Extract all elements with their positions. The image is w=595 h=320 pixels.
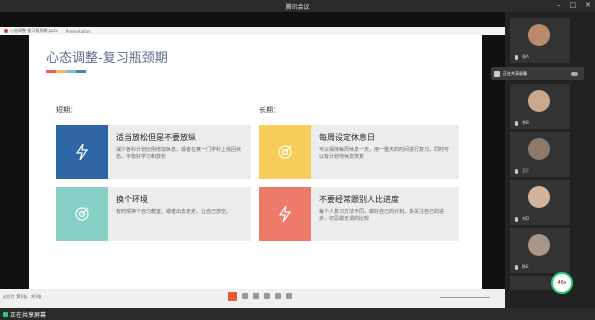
card-title: 每周设定休息日 (319, 133, 375, 142)
avatar (528, 90, 550, 112)
share-icon (3, 311, 8, 317)
slide-counter: 幻灯片 第1张，共1张 (3, 294, 42, 299)
mic-icon (515, 55, 518, 60)
participant-name: 张A (522, 54, 529, 59)
zoom-slider[interactable] (440, 297, 490, 298)
sorter-view-icon[interactable] (253, 293, 259, 299)
wps-logo-icon[interactable] (228, 292, 237, 301)
mic-icon (515, 265, 518, 270)
participant-tile[interactable]: 王C (510, 132, 570, 177)
card-short-1: 适当放松但是不要放纵 减少各科计划比例增加休息，或者在某一门学科上找回状态，平衡… (56, 125, 251, 179)
participant-name: 王C (522, 168, 529, 173)
avatar (528, 234, 550, 256)
long-term-label: 长期： (259, 106, 280, 114)
card-desc: 有时候换个自习教室，或者出去走走，让自己放空。 (116, 209, 232, 215)
window-title: 腾讯会议 (285, 3, 310, 11)
card-long-2: 不要经常跟别人比进度 每个人复习方法不同，做好自己的计划，多关注自己的进步，切忌… (259, 187, 459, 241)
reading-view-icon[interactable] (264, 293, 270, 299)
card-short-2: 换个环境 有时候换个自习教室，或者出去走走，让自己放空。 (56, 187, 251, 241)
card-icon-box (56, 125, 108, 179)
screen-share-indicator[interactable]: 正在共享屏幕 (3, 310, 46, 319)
speech-timer-value: 46s (557, 280, 567, 286)
tab-label: 心态调整-复习瓶颈期.pptx (10, 28, 58, 33)
screen-icon (494, 70, 500, 77)
maximize-icon[interactable]: □ (570, 1, 577, 9)
participant-name: 陈E (522, 264, 529, 269)
title-underline (46, 70, 86, 73)
card-icon-box (56, 187, 108, 241)
card-icon-box (259, 187, 311, 241)
avatar (528, 24, 550, 46)
avatar (528, 186, 550, 208)
window-controls: – □ ✕ (557, 1, 591, 9)
card-long-1: 每周设定休息日 可以保持每周休息一天，用一整天的时间进行复习，同时可以有计划地休… (259, 125, 459, 179)
presentation-status-bar: 幻灯片 第1张，共1张 (0, 289, 505, 308)
card-desc: 可以保持每周休息一天，用一整天的时间进行复习，同时可以有计划地休息恢复 (319, 147, 450, 160)
popover-label: 正在共享屏幕 (503, 70, 527, 76)
card-title: 适当放松但是不要放纵 (116, 133, 196, 142)
card-desc: 减少各科计划比例增加休息，或者在某一门学科上找回状态，平衡好学习和放松 (116, 147, 242, 160)
close-icon[interactable]: ✕ (585, 1, 591, 9)
normal-view-icon[interactable] (242, 293, 248, 299)
toggle-switch[interactable] (571, 71, 578, 76)
mic-icon (515, 217, 518, 222)
participant-name: 李B (522, 120, 529, 125)
card-title: 不要经常跟别人比进度 (319, 195, 399, 204)
short-term-label: 短期： (56, 106, 77, 114)
target-icon (278, 145, 292, 159)
grid-icon[interactable] (286, 293, 292, 299)
speech-timer: 46s (551, 272, 573, 294)
participant-tile[interactable]: 刘D (510, 180, 570, 225)
card-title: 换个环境 (116, 195, 148, 204)
participants-panel: 张A 李B 王C 刘D 陈E (505, 12, 595, 308)
participant-name: 刘D (522, 216, 530, 221)
target-icon (75, 207, 89, 221)
tab-document[interactable]: 心态调整-复习瓶颈期.pptx (0, 28, 62, 34)
minimize-icon[interactable]: – (557, 1, 561, 9)
wps-icon (4, 29, 8, 33)
slide: 心态调整-复习瓶颈期 短期： 长期： 适当放松但是不要放纵 减少各科计划比例增加… (29, 35, 482, 289)
mic-icon (515, 169, 518, 174)
view-controls (228, 292, 292, 301)
slideshow-icon[interactable] (275, 293, 281, 299)
lightning-icon (278, 206, 292, 222)
participant-tile[interactable]: 张A (510, 18, 570, 63)
participant-tile[interactable]: 陈E (510, 228, 570, 273)
presentation-tabs: 心态调整-复习瓶颈期.pptx Presentation (0, 27, 505, 35)
card-desc: 每个人复习方法不同，做好自己的计划，多关注自己的进步，切忌做无谓的比较 (319, 209, 445, 222)
card-icon-box (259, 125, 311, 179)
app-titlebar: 腾讯会议 – □ ✕ (0, 0, 595, 12)
tab-presentation[interactable]: Presentation (62, 29, 95, 34)
tab-label: Presentation (65, 28, 91, 34)
screen-share-label: 正在共享屏幕 (10, 311, 47, 319)
meeting-bottom-bar: 正在共享屏幕 (0, 308, 595, 320)
slide-title: 心态调整-复习瓶颈期 (46, 51, 168, 66)
avatar (528, 138, 550, 160)
presenter-popover[interactable]: 正在共享屏幕 (491, 67, 584, 80)
participant-tile[interactable]: 李B (510, 84, 570, 129)
lightning-icon (75, 144, 89, 160)
mic-icon (515, 121, 518, 126)
